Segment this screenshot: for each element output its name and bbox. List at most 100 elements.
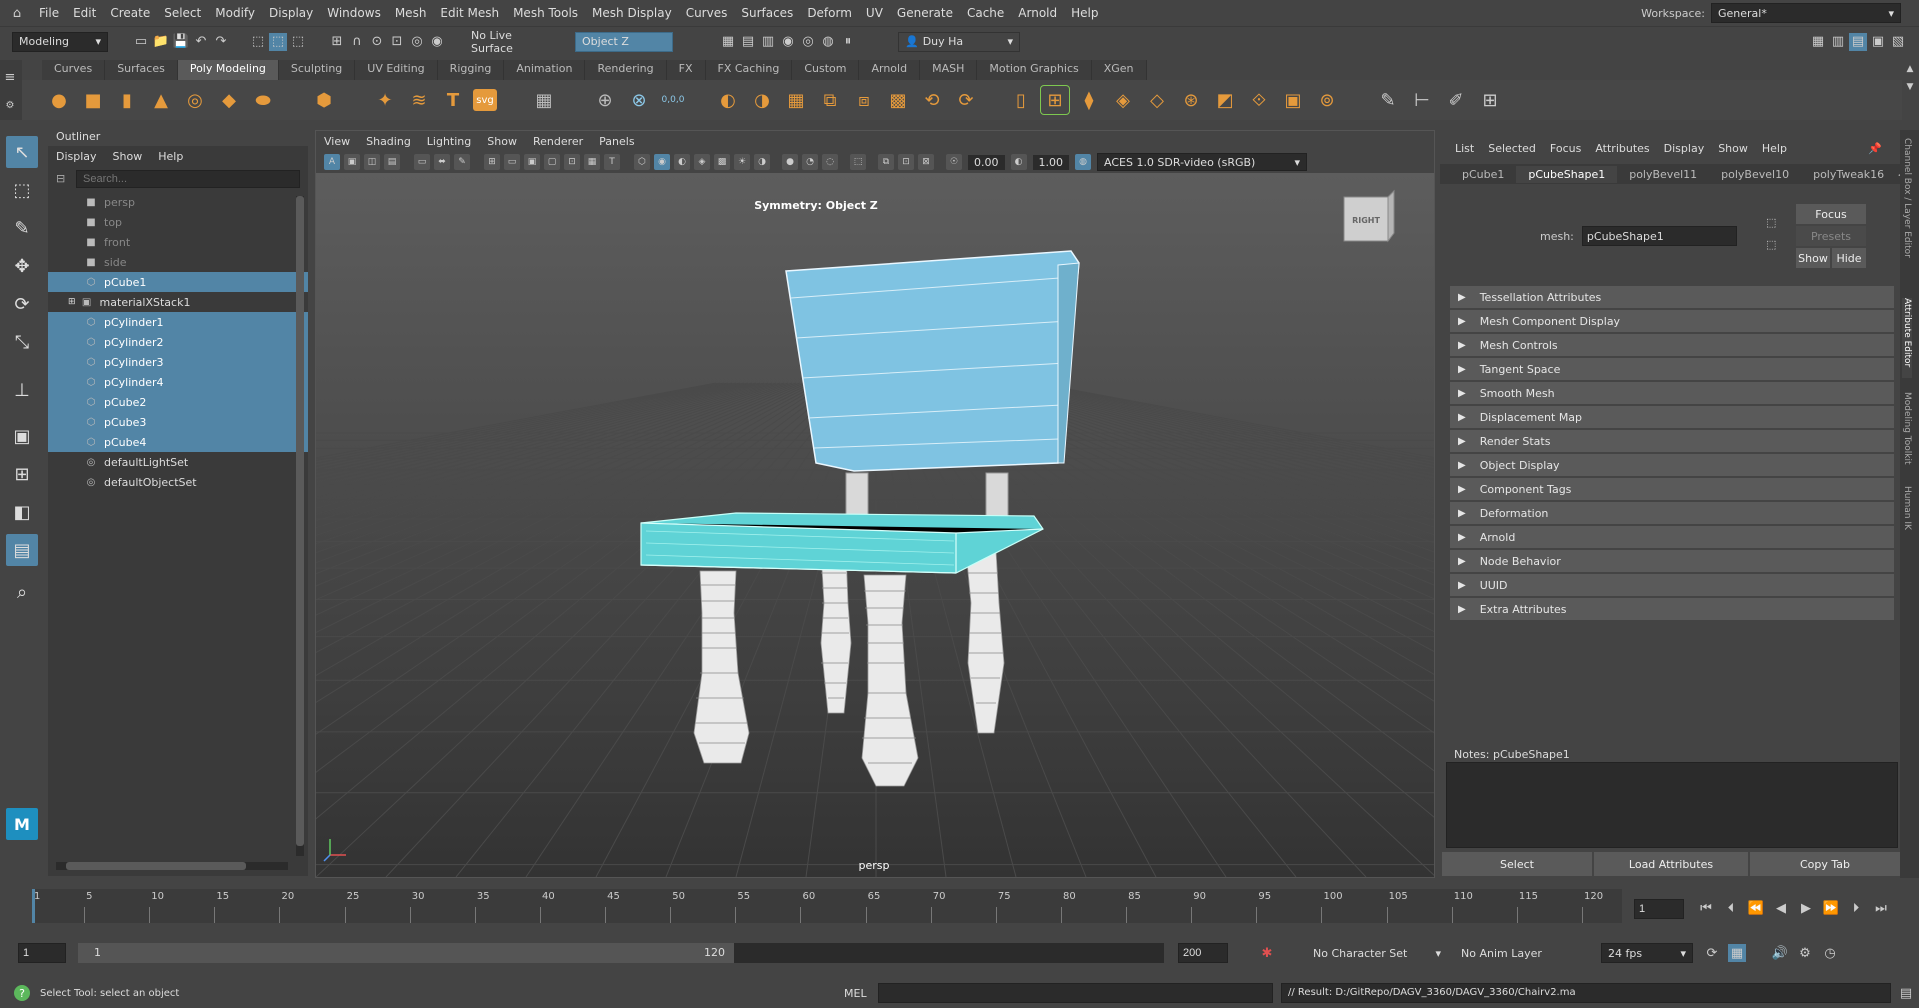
outliner-item-defaultobjectset[interactable]: ◎ defaultObjectSet: [48, 472, 308, 492]
ae-menu-show[interactable]: Show: [1711, 142, 1755, 155]
anim-layer-dropdown[interactable]: No Anim Layer: [1455, 943, 1565, 963]
poly-sphere-icon[interactable]: ●: [45, 86, 73, 114]
chair-leg-back-left[interactable]: [820, 550, 852, 714]
snap-view-icon[interactable]: ⊡: [388, 33, 406, 51]
shelf-menu-icon[interactable]: ≡: [1, 68, 19, 86]
section-mesh-component-display[interactable]: ▶ Mesh Component Display: [1450, 310, 1894, 332]
poke-icon[interactable]: ◈: [1109, 86, 1137, 114]
section-object-display[interactable]: ▶ Object Display: [1450, 454, 1894, 476]
undo-icon[interactable]: ↶: [192, 33, 210, 51]
search-icon[interactable]: ⌕: [6, 576, 38, 608]
pin-icon[interactable]: 📌: [1861, 142, 1889, 155]
grid-toggle-icon[interactable]: ⊞: [484, 154, 500, 170]
ae-select-button[interactable]: Select: [1442, 852, 1592, 876]
show-button[interactable]: Show: [1796, 248, 1830, 268]
ae-tab-pcubeshape1[interactable]: pCubeShape1: [1516, 165, 1618, 183]
outliner-item-materialxstack1[interactable]: ⊞ ▣ materialXStack1: [48, 292, 308, 312]
circularize-icon[interactable]: ⊛: [1177, 86, 1205, 114]
paint-select-tool-icon[interactable]: ✎: [6, 212, 38, 244]
two-d-pan-icon[interactable]: ⬌: [434, 154, 450, 170]
play-backwards-icon[interactable]: ◀: [1772, 899, 1790, 917]
section-tessellation-attributes[interactable]: ▶ Tessellation Attributes: [1450, 286, 1894, 308]
outliner-item-top[interactable]: ■ top: [48, 212, 308, 232]
animation-start-field[interactable]: [18, 943, 66, 963]
outliner-item-defaultlightset[interactable]: ◎ defaultLightSet: [48, 452, 308, 472]
mesh-name-field[interactable]: [1581, 226, 1737, 246]
shelf-tab-uv-editing[interactable]: UV Editing: [355, 60, 438, 80]
shelf-tab-arnold[interactable]: Arnold: [859, 60, 921, 80]
ae-menu-help[interactable]: Help: [1755, 142, 1794, 155]
bridge-icon[interactable]: ⊞: [1040, 85, 1070, 115]
new-scene-icon[interactable]: ▭: [132, 33, 150, 51]
poly-cube-icon[interactable]: ■: [79, 86, 107, 114]
shelf-tab-rendering[interactable]: Rendering: [585, 60, 667, 80]
ae-menu-focus[interactable]: Focus: [1543, 142, 1588, 155]
menu-mesh-tools[interactable]: Mesh Tools: [506, 6, 585, 20]
image-plane-icon[interactable]: ▭: [414, 154, 430, 170]
smooth-shade-icon[interactable]: ◉: [654, 154, 670, 170]
render-view-icon[interactable]: ▦: [719, 33, 737, 51]
xray-components-icon[interactable]: ⊠: [918, 154, 934, 170]
menu-uv[interactable]: UV: [859, 6, 890, 20]
last-tool-icon[interactable]: ⊥: [6, 374, 38, 406]
auto-key-icon[interactable]: ✱: [1258, 944, 1276, 962]
outliner-persp-layout-icon[interactable]: ▤: [6, 534, 38, 566]
ae-menu-display[interactable]: Display: [1657, 142, 1712, 155]
shelf-tab-sculpting[interactable]: Sculpting: [278, 60, 356, 80]
channel-box-icon[interactable]: ▧: [1889, 33, 1907, 51]
render-frame-icon[interactable]: ▤: [739, 33, 757, 51]
menu-select[interactable]: Select: [157, 6, 208, 20]
focus-button[interactable]: Focus: [1796, 204, 1866, 224]
view-cube[interactable]: RIGHT: [1343, 189, 1395, 243]
insert-edge-loop-icon[interactable]: ⊢: [1408, 86, 1436, 114]
ae-load-attributes-button[interactable]: Load Attributes: [1594, 852, 1748, 876]
ipr-render-icon[interactable]: ▥: [759, 33, 777, 51]
menu-cache[interactable]: Cache: [960, 6, 1011, 20]
viewport-menu-panels[interactable]: Panels: [591, 135, 642, 148]
poly-torus-icon[interactable]: ◎: [181, 86, 209, 114]
ambient-occlusion-icon[interactable]: ●: [782, 154, 798, 170]
smooth-icon[interactable]: ▦: [782, 86, 810, 114]
workspace-dropdown[interactable]: General* ▾: [1711, 3, 1901, 23]
snap-point-icon[interactable]: ⊙: [368, 33, 386, 51]
quad-draw-icon[interactable]: ⊞: [1476, 86, 1504, 114]
section-node-behavior[interactable]: ▶ Node Behavior: [1450, 550, 1894, 572]
xray-joints-icon[interactable]: ⊡: [898, 154, 914, 170]
section-mesh-controls[interactable]: ▶ Mesh Controls: [1450, 334, 1894, 356]
modeling-toolkit-shelf-icon[interactable]: ▦: [530, 86, 558, 114]
presets-button[interactable]: Presets: [1796, 226, 1866, 246]
color-management-icon[interactable]: ◍: [1075, 154, 1091, 170]
snap-grid-icon[interactable]: ⊞: [328, 33, 346, 51]
wedge-icon[interactable]: ◇: [1143, 86, 1171, 114]
save-scene-icon[interactable]: 💾: [172, 33, 190, 51]
viewport-panel[interactable]: View Shading Lighting Show Renderer Pane…: [315, 130, 1435, 878]
combine-icon[interactable]: ◐: [714, 86, 742, 114]
outliner-item-pcube3[interactable]: ⬡ pCube3: [48, 412, 308, 432]
step-back-key-icon[interactable]: ⏪: [1747, 899, 1765, 917]
menu-display[interactable]: Display: [262, 6, 320, 20]
menu-create[interactable]: Create: [103, 6, 157, 20]
character-controls-icon[interactable]: ▥: [1829, 33, 1847, 51]
shelf-tab-fx[interactable]: FX: [666, 60, 706, 80]
merge-icon[interactable]: ⟐: [1245, 86, 1273, 114]
wireframe-on-shaded-icon[interactable]: ◈: [694, 154, 710, 170]
outliner-item-pcylinder4[interactable]: ⬡ pCylinder4: [48, 372, 308, 392]
shadows-icon[interactable]: ◑: [754, 154, 770, 170]
section-arnold[interactable]: ▶ Arnold: [1450, 526, 1894, 548]
mirror-icon[interactable]: ⧈: [850, 86, 878, 114]
outliner-item-pcube2[interactable]: ⬡ pCube2: [48, 392, 308, 412]
viewport-menu-lighting[interactable]: Lighting: [419, 135, 479, 148]
character-set-dropdown[interactable]: No Character Set ▾: [1307, 943, 1447, 963]
anti-aliasing-icon[interactable]: ◌: [822, 154, 838, 170]
outliner-menu-show[interactable]: Show: [105, 150, 151, 163]
live-surface-field[interactable]: No Live Surface: [465, 29, 561, 55]
film-gate-icon[interactable]: ▭: [504, 154, 520, 170]
hypershade-icon[interactable]: ◎: [799, 33, 817, 51]
cache-playback-icon[interactable]: ▦: [1728, 944, 1746, 962]
shelf-tab-poly-modeling[interactable]: Poly Modeling: [177, 60, 279, 80]
go-to-input-icon[interactable]: ⬚: [1766, 216, 1776, 229]
shelf-tab-custom[interactable]: Custom: [792, 60, 860, 80]
sound-icon[interactable]: 🔊: [1771, 944, 1789, 962]
range-slider[interactable]: 1 120: [78, 943, 1164, 963]
safe-title-icon[interactable]: T: [604, 154, 620, 170]
